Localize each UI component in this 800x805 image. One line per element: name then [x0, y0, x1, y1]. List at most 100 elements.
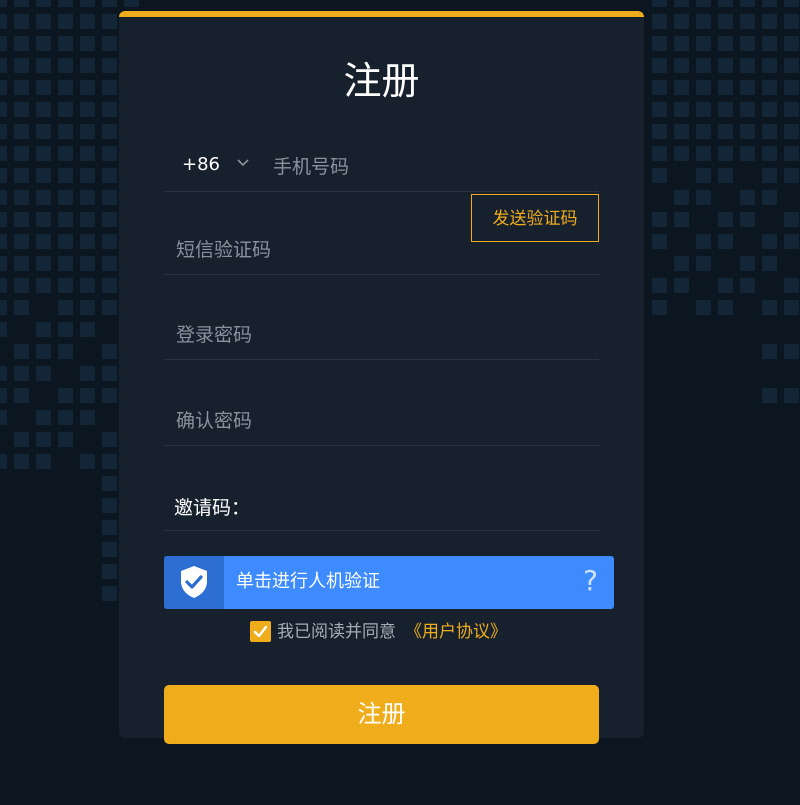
send-code-button[interactable]: 发送验证码 [471, 194, 599, 242]
map-dot [0, 102, 7, 117]
map-dot [36, 102, 51, 117]
map-dot [102, 0, 117, 7]
captcha-button[interactable]: 单击进行人机验证 ? [164, 556, 614, 609]
map-dot [102, 234, 117, 249]
map-dot [36, 168, 51, 183]
map-dot [102, 102, 117, 117]
map-dot [102, 300, 117, 315]
map-dot [718, 124, 733, 139]
invite-code-input[interactable] [259, 488, 583, 524]
map-dot [102, 498, 117, 513]
map-dot [696, 14, 711, 29]
map-dot [102, 36, 117, 51]
map-dot [36, 36, 51, 51]
sms-row: 发送验证码 [164, 194, 599, 275]
map-dot [102, 564, 117, 579]
map-dot [14, 0, 29, 7]
user-agreement-link[interactable]: 《用户协议》 [405, 620, 507, 644]
map-dot [14, 36, 29, 51]
map-dot [102, 542, 117, 557]
map-dot [674, 36, 689, 51]
map-dot [0, 366, 7, 381]
map-dot [718, 146, 733, 161]
map-dot [0, 256, 7, 271]
map-dot [124, 0, 139, 7]
map-dot [36, 366, 51, 381]
map-dot [36, 234, 51, 249]
map-dot [36, 344, 51, 359]
map-dot [80, 14, 95, 29]
map-dot [762, 80, 777, 95]
map-dot [762, 58, 777, 73]
register-submit-button[interactable]: 注册 [164, 685, 599, 744]
map-dot [740, 146, 755, 161]
country-code-select[interactable]: +86 [182, 151, 220, 179]
map-dot [762, 168, 777, 183]
help-icon[interactable]: ? [583, 564, 598, 598]
map-dot [696, 124, 711, 139]
map-dot [740, 0, 755, 7]
checkmark-icon [253, 625, 268, 638]
map-dot [0, 388, 7, 403]
map-dot [80, 36, 95, 51]
map-dot [740, 80, 755, 95]
map-dot [784, 102, 799, 117]
map-dot [14, 102, 29, 117]
map-dot [80, 80, 95, 95]
map-dot [696, 36, 711, 51]
map-dot [784, 36, 799, 51]
map-dot [0, 146, 7, 161]
phone-row: +86 [164, 141, 599, 192]
map-dot [102, 520, 117, 535]
map-dot [36, 454, 51, 469]
password-input[interactable] [174, 317, 458, 353]
map-dot [740, 58, 755, 73]
map-dot [674, 80, 689, 95]
map-dot [102, 388, 117, 403]
map-dot [0, 190, 7, 205]
map-dot [36, 410, 51, 425]
map-dot [718, 58, 733, 73]
map-dot [14, 278, 29, 293]
agreement-checkbox[interactable] [250, 621, 271, 642]
map-dot [0, 278, 7, 293]
map-dot [718, 102, 733, 117]
map-dot [58, 102, 73, 117]
map-dot [652, 58, 667, 73]
map-dot [652, 124, 667, 139]
captcha-label: 单击进行人机验证 [236, 571, 380, 592]
map-dot [14, 58, 29, 73]
map-dot [784, 168, 799, 183]
map-dot [762, 190, 777, 205]
confirm-password-input[interactable] [174, 403, 458, 439]
chevron-down-icon[interactable] [236, 155, 250, 175]
phone-input[interactable] [271, 149, 575, 185]
map-dot [80, 300, 95, 315]
map-dot [696, 256, 711, 271]
password-row [164, 309, 599, 360]
map-dot [102, 586, 117, 601]
register-card: 注册 +86 发送验证码 邀请码： 单击进行人机验证 ? [119, 11, 644, 738]
map-dot [740, 212, 755, 227]
map-dot [740, 36, 755, 51]
map-dot [0, 454, 7, 469]
map-dot [740, 278, 755, 293]
map-dot [696, 234, 711, 249]
map-dot [36, 256, 51, 271]
map-dot [80, 256, 95, 271]
map-dot [58, 190, 73, 205]
map-dot [784, 234, 799, 249]
map-dot [674, 212, 689, 227]
map-dot [696, 168, 711, 183]
map-dot [718, 234, 733, 249]
map-dot [14, 146, 29, 161]
map-dot [696, 190, 711, 205]
map-dot [674, 102, 689, 117]
shield-check-icon [181, 566, 207, 598]
sms-code-input[interactable] [174, 232, 458, 268]
map-dot [0, 124, 7, 139]
invite-row: 邀请码： [164, 480, 599, 531]
map-dot [58, 146, 73, 161]
map-dot [696, 58, 711, 73]
map-dot [80, 410, 95, 425]
